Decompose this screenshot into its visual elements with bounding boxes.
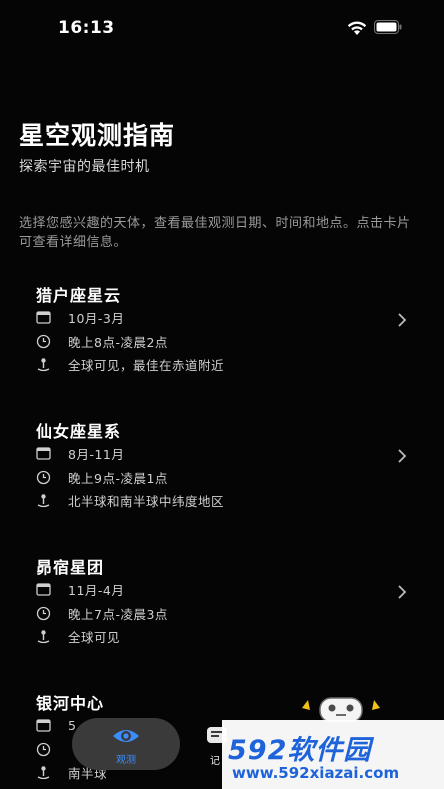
chevron-right-icon xyxy=(398,313,407,327)
location-pin-icon xyxy=(37,765,50,779)
page-subtitle: 探索宇宙的最佳时机 xyxy=(19,159,150,175)
clock-icon xyxy=(36,470,51,484)
chevron-right-icon xyxy=(398,585,407,599)
hours-row: 晚上8点-凌晨2点 xyxy=(36,332,168,350)
months-row: 8月-11月 xyxy=(36,444,124,462)
months-row: 10月-3月 xyxy=(36,308,124,326)
watermark-logo: 592软件园 xyxy=(228,735,372,766)
target-name: 昴宿星团 xyxy=(36,558,105,577)
location-pin-icon xyxy=(37,629,50,643)
intro-text: 选择您感兴趣的天体，查看最佳观测日期、时间和地点。点击卡片可查看详细信息。 xyxy=(19,216,411,250)
tab-journal-label: 记 xyxy=(210,756,220,767)
bottom-tab-bar: 观测 记 xyxy=(72,712,228,770)
page-title: 星空观测指南 xyxy=(19,121,176,150)
tab-observe[interactable]: 观测 xyxy=(72,718,180,770)
watermark-banner: 592软件园 www.592xiazai.com xyxy=(222,720,444,789)
location-text: 北半球和南半球中纬度地区 xyxy=(68,493,225,509)
hours-row: 晚上7点-凌晨3点 xyxy=(36,604,168,622)
months-text: 11月-4月 xyxy=(68,582,125,598)
status-bar: 16:13 xyxy=(0,0,444,56)
months-text: 8月-11月 xyxy=(68,446,125,462)
hours-text: 晚上8点-凌晨2点 xyxy=(68,334,168,350)
hours-row xyxy=(36,740,68,758)
wifi-icon xyxy=(347,21,367,35)
target-name: 银河中心 xyxy=(36,694,105,713)
location-row: 全球可见，最佳在赤道附近 xyxy=(36,355,224,373)
hours-text: 晚上9点-凌晨1点 xyxy=(68,470,168,486)
clock-icon xyxy=(36,334,51,348)
chevron-right-icon xyxy=(398,449,407,463)
months-row: 11月-4月 xyxy=(36,580,124,598)
hours-row: 晚上9点-凌晨1点 xyxy=(36,468,168,486)
calendar-icon xyxy=(36,718,51,732)
clock-icon xyxy=(36,742,51,756)
location-pin-icon xyxy=(37,357,50,371)
location-text: 全球可见 xyxy=(68,629,121,645)
location-row: 北半球和南半球中纬度地区 xyxy=(36,491,224,509)
target-card[interactable]: 仙女座星系 8月-11月 晚上9点-凌晨1点 北半球和南半球中纬度地区 xyxy=(0,418,444,538)
calendar-icon xyxy=(36,446,51,460)
status-time: 16:13 xyxy=(58,18,115,38)
target-card[interactable]: 昴宿星团 11月-4月 晚上7点-凌晨3点 全球可见 xyxy=(0,554,444,674)
hours-text: 晚上7点-凌晨3点 xyxy=(68,606,168,622)
target-name: 猎户座星云 xyxy=(36,286,122,305)
location-text: 全球可见，最佳在赤道附近 xyxy=(68,357,225,373)
months-row: 5 xyxy=(36,716,76,734)
calendar-icon xyxy=(36,582,51,596)
calendar-icon xyxy=(36,310,51,324)
app-screen: 16:13 星空观测指南 探索宇宙的最佳时机 选择您感兴趣的天体，查看最佳观测日… xyxy=(0,0,444,789)
watermark-url: www.592xiazai.com xyxy=(232,764,400,782)
battery-icon xyxy=(374,20,402,34)
clock-icon xyxy=(36,606,51,620)
target-card[interactable]: 猎户座星云 10月-3月 晚上8点-凌晨2点 全球可见，最佳在赤道附近 xyxy=(0,282,444,402)
location-pin-icon xyxy=(37,493,50,507)
months-text: 10月-3月 xyxy=(68,310,125,326)
tab-observe-label: 观测 xyxy=(116,755,136,766)
location-row: 全球可见 xyxy=(36,627,120,645)
eye-icon xyxy=(113,730,139,742)
target-name: 仙女座星系 xyxy=(36,422,122,441)
